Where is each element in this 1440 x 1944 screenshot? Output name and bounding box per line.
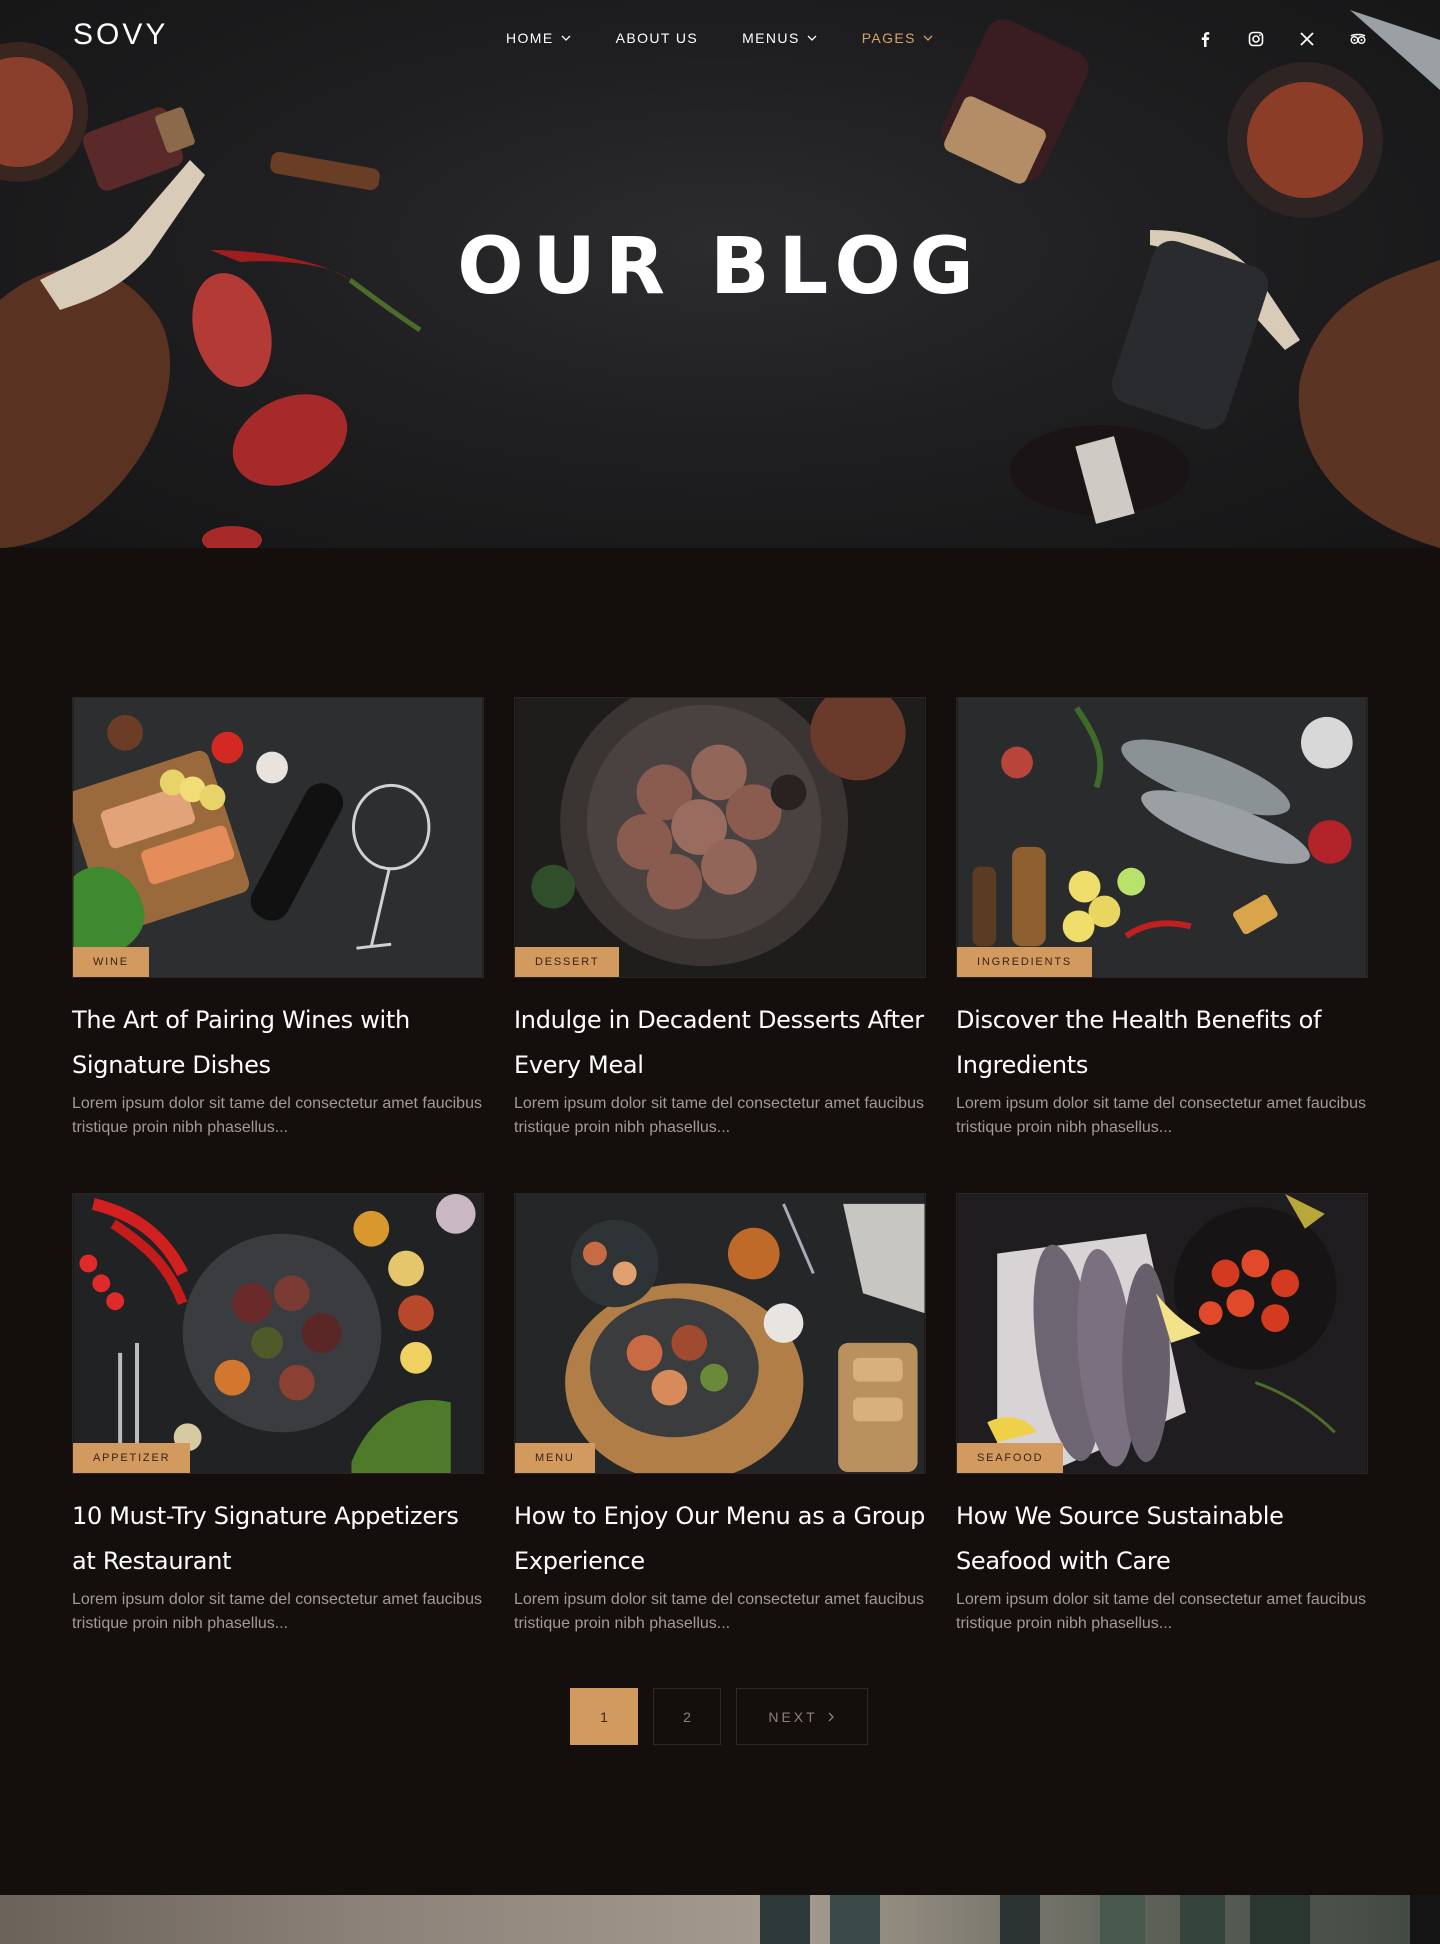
wine-food-image [73, 698, 483, 977]
chevron-down-icon [923, 35, 933, 41]
instagram-icon[interactable] [1247, 30, 1265, 48]
nav-item-label: HOME [506, 30, 554, 46]
chevron-down-icon [807, 35, 817, 41]
category-tag[interactable]: SEAFOOD [957, 1443, 1064, 1473]
blog-card-title[interactable]: Discover the Health Benefits of Ingredie… [956, 998, 1368, 1088]
blog-card-title[interactable]: How We Source Sustainable Seafood with C… [956, 1494, 1368, 1584]
blog-card-excerpt: Lorem ipsum dolor sit tame del consectet… [956, 1591, 1366, 1632]
nav-item-pages[interactable]: PAGES [862, 30, 934, 46]
nav-item-home[interactable]: HOME [506, 30, 572, 46]
chevron-right-icon [828, 1712, 834, 1721]
x-icon[interactable] [1298, 30, 1316, 48]
nav-item-about-us[interactable]: ABOUT US [616, 30, 699, 46]
blog-card-image[interactable]: SEAFOOD [956, 1193, 1368, 1474]
blog-card: WINE The Art of Pairing Wines with Signa… [72, 697, 484, 1140]
blog-card-excerpt: Lorem ipsum dolor sit tame del consectet… [956, 1095, 1366, 1136]
blog-card: SEAFOOD How We Source Sustainable Seafoo… [956, 1193, 1368, 1636]
blog-card-image[interactable]: WINE [72, 697, 484, 978]
blog-card-title[interactable]: The Art of Pairing Wines with Signature … [72, 998, 484, 1088]
category-tag[interactable]: MENU [515, 1443, 595, 1473]
nav-item-label: MENUS [742, 30, 800, 46]
next-page-label: NEXT [768, 1708, 818, 1725]
nav-item-label: PAGES [861, 30, 916, 46]
dessert-image [515, 698, 925, 977]
blog-card: APPETIZER 10 Must-Try Signature Appetize… [72, 1193, 484, 1636]
blog-card-excerpt: Lorem ipsum dolor sit tame del consectet… [514, 1095, 924, 1136]
blog-card-image[interactable]: DESSERT [514, 697, 926, 978]
hero-banner: SOVY HOME ABOUT US MENUS PAGES OUR BLOG [0, 0, 1440, 548]
blog-card: INGREDIENTS Discover the Health Benefits… [956, 697, 1368, 1140]
blog-card: DESSERT Indulge in Decadent Desserts Aft… [514, 697, 926, 1140]
blog-card-image[interactable]: MENU [514, 1193, 926, 1474]
nav-item-menus[interactable]: MENUS [742, 30, 818, 46]
blog-card-excerpt: Lorem ipsum dolor sit tame del consectet… [72, 1095, 482, 1136]
main-nav: HOME ABOUT US MENUS PAGES [506, 30, 978, 46]
category-tag[interactable]: DESSERT [515, 947, 620, 977]
seafood-image [957, 1194, 1367, 1473]
facebook-icon[interactable] [1196, 30, 1214, 48]
ingredients-image [957, 698, 1367, 977]
social-links [1196, 30, 1367, 48]
pagination: 1 2 NEXT [570, 1688, 868, 1745]
page-title: OUR BLOG [457, 222, 983, 312]
category-tag[interactable]: INGREDIENTS [957, 947, 1092, 977]
appetizer-image [73, 1194, 483, 1473]
next-section-image-strip [0, 1895, 1440, 1944]
chevron-down-icon [561, 35, 571, 41]
restaurant-interior-image [760, 1895, 1440, 1944]
blog-card-excerpt: Lorem ipsum dolor sit tame del consectet… [72, 1591, 482, 1632]
menu-spread-image [515, 1194, 925, 1473]
page-button[interactable]: 2 [653, 1688, 721, 1745]
blog-card-excerpt: Lorem ipsum dolor sit tame del consectet… [514, 1591, 924, 1632]
next-page-button[interactable]: NEXT [736, 1688, 868, 1745]
blog-card-title[interactable]: Indulge in Decadent Desserts After Every… [514, 998, 926, 1088]
category-tag[interactable]: APPETIZER [73, 1443, 191, 1473]
blog-card: MENU How to Enjoy Our Menu as a Group Ex… [514, 1193, 926, 1636]
nav-item-label: ABOUT US [615, 30, 699, 46]
blog-card-title[interactable]: 10 Must-Try Signature Appetizers at Rest… [72, 1494, 484, 1584]
brand-logo[interactable]: SOVY [73, 18, 168, 52]
blog-card-image[interactable]: INGREDIENTS [956, 697, 1368, 978]
blog-card-image[interactable]: APPETIZER [72, 1193, 484, 1474]
blog-card-title[interactable]: How to Enjoy Our Menu as a Group Experie… [514, 1494, 926, 1584]
tripadvisor-icon[interactable] [1349, 30, 1367, 48]
page-button-current[interactable]: 1 [570, 1688, 638, 1745]
category-tag[interactable]: WINE [73, 947, 149, 977]
